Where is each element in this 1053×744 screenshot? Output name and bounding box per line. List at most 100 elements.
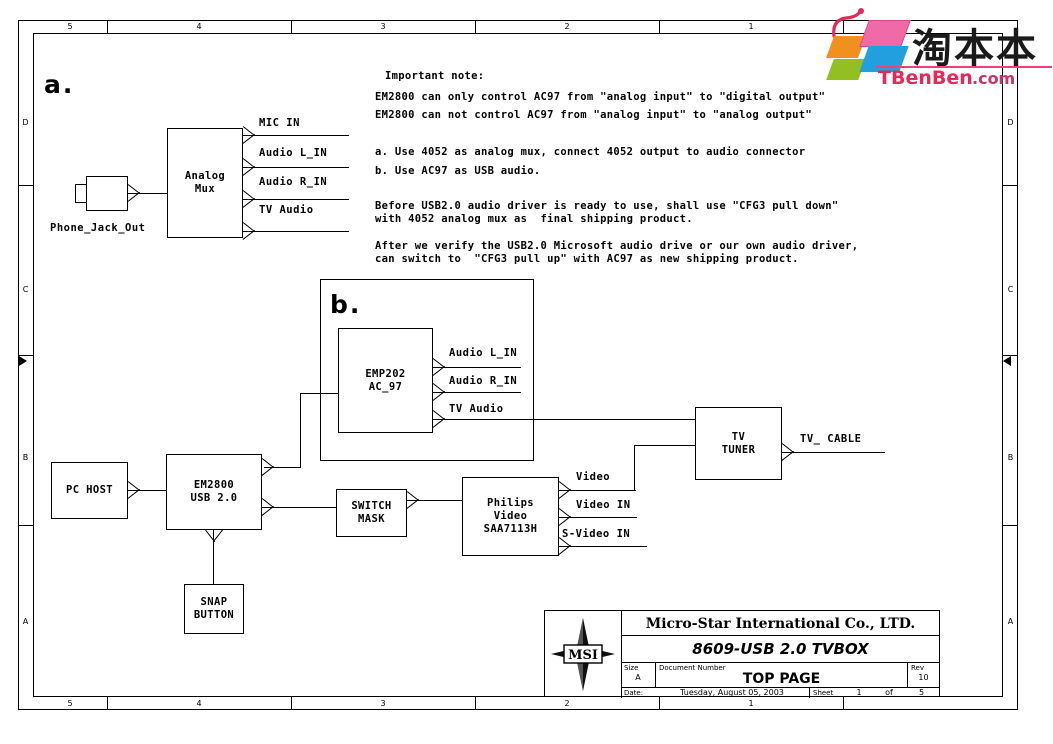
block-snap-button: SNAP BUTTON <box>184 584 244 634</box>
title-block-sheet-num: 1 <box>856 688 862 697</box>
wire-audio-r-in <box>243 199 349 201</box>
block-snap-button-line2: BUTTON <box>193 609 235 621</box>
block-switch-mask: SWITCH MASK <box>336 489 407 537</box>
block-analog-mux: Analog Mux <box>167 128 243 238</box>
zone-tick <box>18 185 33 186</box>
section-b-label: b. <box>330 290 362 319</box>
title-block: MSI Micro-Star International Co., LTD. 8… <box>544 610 940 698</box>
zone-row-b-right: B <box>1007 453 1014 462</box>
note-heading: Important note: <box>385 70 485 82</box>
phone-jack-out-label: Phone_Jack_Out <box>50 222 146 234</box>
arrowhead-mic-in <box>242 125 257 145</box>
arrowhead-b-audio-l-in <box>432 357 447 377</box>
title-block-project: 8609-USB 2.0 TVBOX <box>692 640 869 658</box>
zone-row-d-left: D <box>22 118 29 127</box>
note-line-1: EM2800 can only control AC97 from "analo… <box>375 91 826 103</box>
svg-text:MSI: MSI <box>568 648 598 663</box>
block-switch-mask-line1: SWITCH <box>351 500 392 512</box>
zone-row-a-left: A <box>22 617 29 626</box>
block-em2800-usb20: EM2800 USB 2.0 <box>166 454 262 530</box>
block-em2800-line1: EM2800 <box>193 479 235 491</box>
arrowhead-philips-video <box>558 480 573 500</box>
signal-b-tv-audio-label: TV Audio <box>449 403 504 415</box>
arrowhead-b-audio-r-in <box>432 382 447 402</box>
watermark-tile-pink <box>859 20 911 47</box>
title-block-sheet-label: Sheet <box>813 689 834 697</box>
arrowhead-switch-mask-in <box>406 490 421 510</box>
wire-switchmask-to-em2800 <box>262 507 336 509</box>
zone-row-a-right: A <box>1007 617 1014 626</box>
block-tv-tuner: TV TUNER <box>695 407 782 480</box>
note-line-2: EM2800 can not control AC97 from "analog… <box>375 109 813 121</box>
title-block-size-value: A <box>635 673 641 682</box>
phone-jack-tip-icon <box>75 184 87 203</box>
zone-col-1-bottom: 1 <box>748 699 754 708</box>
zone-col-5-top: 5 <box>67 22 73 31</box>
signal-mic-in-label: MIC IN <box>259 117 300 129</box>
title-block-date-label: Date: <box>624 689 644 697</box>
phone-jack-body-icon <box>86 176 128 211</box>
zone-row-c-left: C <box>22 285 29 294</box>
wire-video-from-tuner-v <box>634 445 636 491</box>
block-em2800-line2: USB 2.0 <box>190 492 238 504</box>
title-block-divider <box>621 635 940 636</box>
title-block-rev-label: Rev <box>911 664 924 672</box>
block-philips-saa7113h: Philips Video SAA7113H <box>462 477 559 556</box>
signal-audio-r-in-label: Audio R_IN <box>259 176 328 188</box>
arrowhead-em2800-audio-in <box>261 457 276 477</box>
block-pc-host: PC HOST <box>51 462 128 519</box>
block-emp202-line2: AC_97 <box>368 380 403 393</box>
block-emp202-ac97: EMP202 AC_97 <box>338 328 433 433</box>
zone-col-4-top: 4 <box>196 22 202 31</box>
wire-video-from-tuner-h2 <box>634 445 696 447</box>
title-block-docnum-value: TOP PAGE <box>742 671 821 687</box>
wire-audio-l-in <box>243 167 349 169</box>
zone-marker-triangle-left <box>19 356 27 366</box>
block-tv-tuner-line1: TV <box>731 430 746 443</box>
zone-row-d-right: D <box>1007 118 1014 127</box>
zone-tick <box>1003 185 1018 186</box>
signal-b-audio-l-in-label: Audio L_IN <box>449 347 518 359</box>
title-block-sheet-of: of <box>885 688 893 697</box>
watermark-logo: 淘本本 TBenBen .com <box>814 8 1053 96</box>
block-philips-line3: SAA7113H <box>483 523 538 535</box>
arrowhead-em2800-snap-in <box>204 529 224 544</box>
signal-video-in-label: Video IN <box>576 499 631 511</box>
title-block-company: Micro-Star International Co., LTD. <box>645 616 916 632</box>
schematic-sheet: 5 4 3 2 1 5 4 3 2 1 D C B A D C B A a. A… <box>0 0 1053 744</box>
section-a-label: a. <box>44 70 75 99</box>
wire-tv-audio-a <box>243 231 349 233</box>
wire-tv-cable <box>782 452 885 454</box>
signal-tv-cable-label: TV_ CABLE <box>800 433 862 445</box>
zone-col-3-bottom: 3 <box>380 699 386 708</box>
signal-s-video-in-label: S-Video IN <box>562 528 631 540</box>
signal-video-label: Video <box>576 471 611 483</box>
block-snap-button-line1: SNAP <box>200 596 228 608</box>
arrowhead-audio-l-in <box>242 157 257 177</box>
wire-mic-in <box>243 135 349 137</box>
note-line-3: a. Use 4052 as analog mux, connect 4052 … <box>375 146 806 158</box>
block-philips-line2: Video <box>493 510 528 522</box>
watermark-domain-suffix: .com <box>972 69 1016 88</box>
zone-tick <box>1003 525 1018 526</box>
arrowhead-video-in <box>558 507 573 527</box>
watermark-tile-orange <box>825 36 867 58</box>
zone-marker-triangle-right <box>1003 356 1011 366</box>
block-pc-host-label: PC HOST <box>65 484 114 496</box>
block-tv-tuner-line2: TUNER <box>721 443 756 456</box>
arrowhead-tv-cable <box>781 442 796 462</box>
title-block-rev-value: 10 <box>918 673 929 682</box>
block-analog-mux-line2: Mux <box>194 183 216 195</box>
note-line-4: b. Use AC97 as USB audio. <box>375 165 541 177</box>
zone-col-4-bottom: 4 <box>196 699 202 708</box>
arrowhead-pc-host <box>127 480 142 500</box>
zone-row-b-left: B <box>22 453 29 462</box>
arrowhead-audio-r-in <box>242 189 257 209</box>
msi-logo-icon: MSI <box>548 614 618 695</box>
title-block-size-label: Size <box>624 664 639 672</box>
zone-tick <box>843 697 844 710</box>
wire-emp202-left-stub <box>300 393 338 395</box>
zone-row-c-right: C <box>1007 285 1014 294</box>
signal-b-audio-r-in-label: Audio R_IN <box>449 375 518 387</box>
title-block-divider <box>809 687 810 698</box>
